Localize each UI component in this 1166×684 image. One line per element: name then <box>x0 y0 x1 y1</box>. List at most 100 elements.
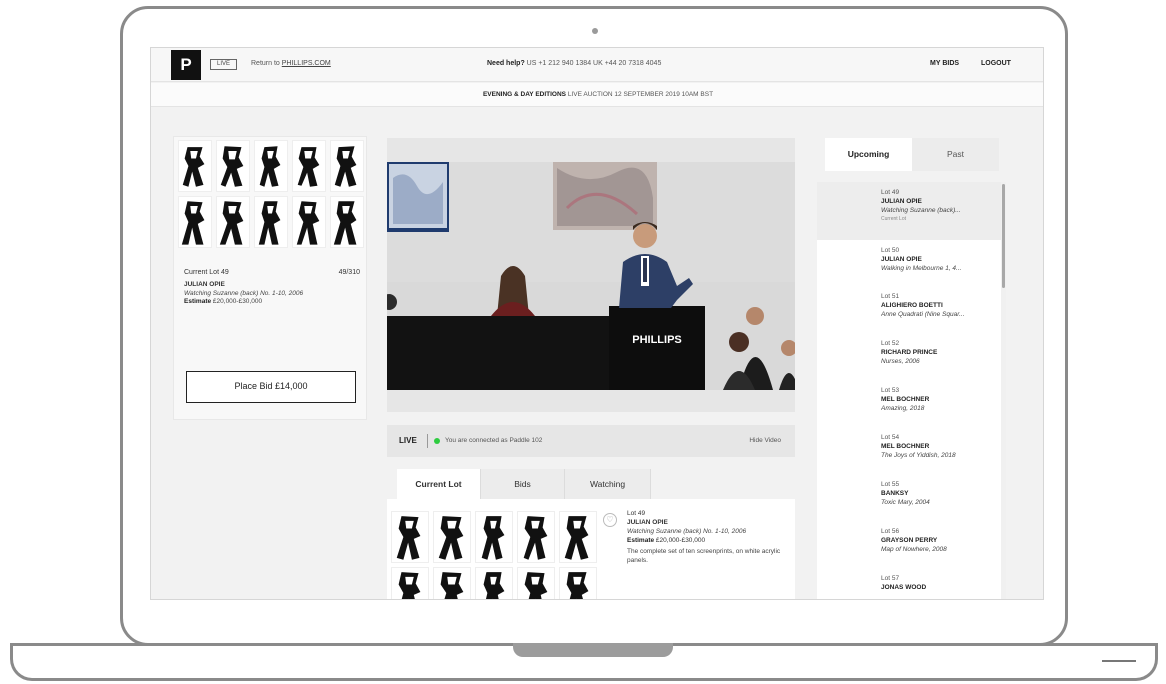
lot-thumbnail <box>433 511 471 563</box>
current-lot-info: Current Lot 49 49/310 JULIAN OPIE Watchi… <box>184 269 360 305</box>
list-item[interactable]: Lot 51 ALIGHIERO BOETTI Anne Quadrati (N… <box>881 292 995 319</box>
detail-artist: JULIAN OPIE <box>627 519 668 526</box>
top-navigation-bar: P LIVE Return to PHILLIPS.COM Need help?… <box>151 48 1043 82</box>
list-lot-artist: RICHARD PRINCE <box>881 349 938 356</box>
lot-thumbnail <box>216 196 250 248</box>
laptop-base-mark <box>1102 660 1136 662</box>
lot-estimate: Estimate £20,000-£30,000 <box>184 298 360 305</box>
lot-thumbnail <box>330 140 364 192</box>
list-lot-number: Lot 52 <box>881 340 900 347</box>
list-item[interactable]: Lot 52 RICHARD PRINCE Nurses, 2006 <box>881 339 995 366</box>
list-lot-artist: MEL BOCHNER <box>881 443 930 450</box>
list-lot-number: Lot 56 <box>881 528 900 535</box>
lot-thumbnail <box>292 140 326 192</box>
return-prefix: Return to <box>251 60 282 67</box>
lots-scrollbar-thumb[interactable] <box>1002 184 1005 288</box>
list-lot-title: Amazing, 2018 <box>881 405 925 412</box>
help-line: Need help? US +1 212 940 1384 UK +44 20 … <box>487 60 661 67</box>
lot-thumbnail <box>475 567 513 599</box>
list-lot-title: Watching Suzanne (back)... <box>881 207 961 214</box>
current-lot-panel: ♡ Lot 49 JULIAN OPIE Watching Suzanne (b… <box>387 499 795 599</box>
list-item[interactable]: Lot 56 GRAYSON PERRY Map of Nowhere, 200… <box>881 527 995 554</box>
current-lot-note: Current Lot <box>881 216 907 222</box>
phillips-logo[interactable]: P <box>171 50 201 80</box>
lot-thumbnail <box>475 511 513 563</box>
detail-estimate-value: £20,000-£30,000 <box>654 537 706 544</box>
tab-upcoming[interactable]: Upcoming <box>825 138 912 171</box>
lot-thumbnail <box>178 140 212 192</box>
place-bid-button[interactable]: Place Bid £14,000 <box>186 371 356 403</box>
list-lot-artist: JULIAN OPIE <box>881 198 922 205</box>
lot-image-grid-large[interactable] <box>391 511 597 599</box>
help-label: Need help? <box>487 60 525 67</box>
lot-thumbnail <box>330 196 364 248</box>
return-link[interactable]: Return to PHILLIPS.COM <box>251 60 331 67</box>
list-lot-title: Nurses, 2006 <box>881 358 920 365</box>
list-item[interactable]: Lot 50 JULIAN OPIE Walking in Melbourne … <box>881 246 995 273</box>
lot-thumbnail <box>216 140 250 192</box>
list-lot-number: Lot 50 <box>881 247 900 254</box>
podium-text: PHILLIPS <box>632 334 682 346</box>
lot-thumbnail <box>517 511 555 563</box>
tab-past[interactable]: Past <box>912 138 999 171</box>
lot-counter: 49/310 <box>338 269 360 276</box>
lot-artist: JULIAN OPIE <box>184 281 225 288</box>
list-lot-number: Lot 55 <box>881 481 900 488</box>
tab-bids[interactable]: Bids <box>481 469 565 499</box>
detail-title: Watching Suzanne (back) No. 1-10, 2006 <box>627 528 747 535</box>
detail-estimate: Estimate £20,000-£30,000 <box>627 536 787 545</box>
tab-current-lot[interactable]: Current Lot <box>397 469 481 499</box>
live-video-feed[interactable]: PHILLIPS <box>381 138 799 412</box>
auction-room-scene: PHILLIPS <box>381 138 799 412</box>
list-lot-title: Anne Quadrati (Nine Squar... <box>881 311 965 318</box>
list-lot-artist: ALIGHIERO BOETTI <box>881 302 943 309</box>
return-link-text[interactable]: PHILLIPS.COM <box>282 60 331 67</box>
list-lot-artist: GRAYSON PERRY <box>881 537 938 544</box>
auction-title: EVENING & DAY EDITIONS <box>482 91 567 98</box>
auction-schedule: LIVE AUCTION 12 SEPTEMBER 2019 10AM BST <box>566 91 714 98</box>
list-lot-number: Lot 49 <box>881 189 900 196</box>
list-item[interactable]: Lot 57 JONAS WOOD <box>881 574 995 592</box>
list-lot-artist: JULIAN OPIE <box>881 256 922 263</box>
detail-lot-number: Lot 49 <box>627 510 646 517</box>
estimate-value: £20,000-£30,000 <box>211 298 263 305</box>
list-lot-number: Lot 51 <box>881 293 900 300</box>
list-item[interactable]: Lot 54 MEL BOCHNER The Joys of Yiddish, … <box>881 433 995 460</box>
connection-status-icon <box>434 438 440 444</box>
list-item[interactable]: Lot 49 JULIAN OPIE Watching Suzanne (bac… <box>881 188 995 224</box>
detail-description: The complete set of ten screenprints, on… <box>627 548 781 564</box>
lot-title: Watching Suzanne (back) No. 1-10, 2006 <box>184 290 304 297</box>
list-lot-number: Lot 53 <box>881 387 900 394</box>
list-lot-artist: MEL BOCHNER <box>881 396 930 403</box>
lot-thumbnail <box>517 567 555 599</box>
detail-estimate-label: Estimate <box>627 537 655 544</box>
lot-image-grid[interactable] <box>178 140 372 248</box>
hide-video-button[interactable]: Hide Video <box>749 437 781 444</box>
list-item[interactable]: Lot 55 BANKSY Toxic Mary, 2004 <box>881 480 995 507</box>
tab-watching[interactable]: Watching <box>565 469 651 499</box>
lot-detail: Lot 49 JULIAN OPIE Watching Suzanne (bac… <box>627 509 787 565</box>
lot-thumbnail <box>433 567 471 599</box>
lot-thumbnail <box>178 196 212 248</box>
list-lot-title: Toxic Mary, 2004 <box>881 499 930 506</box>
list-lot-number: Lot 54 <box>881 434 900 441</box>
help-numbers: US +1 212 940 1384 UK +44 20 7318 4045 <box>524 60 662 67</box>
current-lot-card: Current Lot 49 49/310 JULIAN OPIE Watchi… <box>173 136 367 420</box>
watch-heart-icon[interactable]: ♡ <box>603 513 617 527</box>
list-lot-number: Lot 57 <box>881 575 900 582</box>
current-lot-label: Current Lot 49 <box>184 269 229 276</box>
list-lot-artist: BANKSY <box>881 490 909 497</box>
webcam-dot <box>592 28 598 34</box>
list-lot-title: The Joys of Yiddish, 2018 <box>881 452 956 459</box>
laptop-hinge-notch <box>513 643 673 657</box>
my-bids-link[interactable]: MY BIDS <box>930 60 959 67</box>
lot-thumbnail <box>292 196 326 248</box>
live-label: LIVE <box>399 436 417 445</box>
logout-link[interactable]: LOGOUT <box>981 60 1011 67</box>
list-item[interactable]: Lot 53 MEL BOCHNER Amazing, 2018 <box>881 386 995 413</box>
upcoming-lots-list[interactable]: Lot 49 JULIAN OPIE Watching Suzanne (bac… <box>817 182 1001 599</box>
lot-thumbnail <box>559 567 597 599</box>
list-lot-title: Map of Nowhere, 2008 <box>881 546 947 553</box>
live-badge: LIVE <box>210 59 237 70</box>
live-separator <box>427 434 428 448</box>
